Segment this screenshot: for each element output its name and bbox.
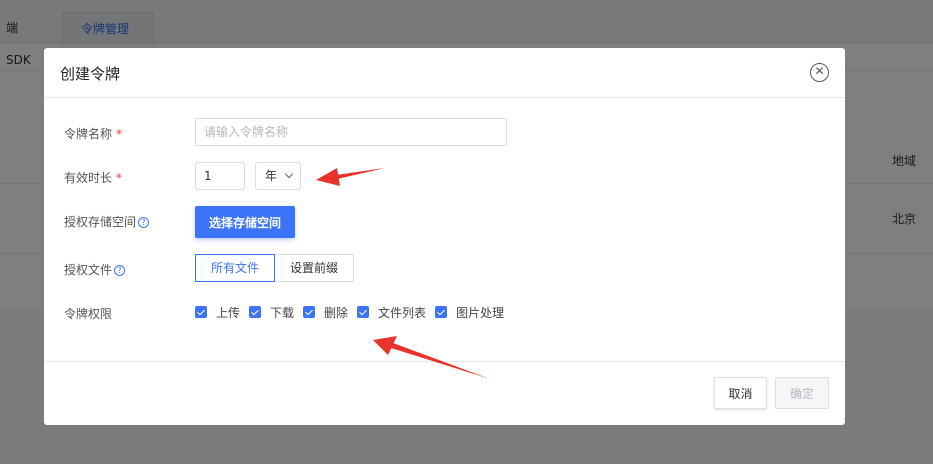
storage-row: 授权存储空间? 选择存储空间 [64,206,824,238]
duration-row: 有效时长* 年 [64,162,824,190]
files-segmented-control: 所有文件 设置前缀 [195,254,355,282]
create-token-dialog: 创建令牌 ✕ 令牌名称* 有效时长* 年 授权存储空间? 选择存储空间 授权文件… [44,48,845,425]
files-option-all[interactable]: 所有文件 [195,254,276,282]
permission-download-checkbox[interactable]: 下载 [249,304,294,321]
confirm-button[interactable]: 确定 [775,377,829,409]
permissions-row: 令牌权限 上传 下载 删除 文件列表 图片处理 [64,298,824,326]
close-icon[interactable]: ✕ [810,63,829,82]
cancel-button[interactable]: 取消 [714,377,767,409]
permissions-label: 令牌权限 [64,307,113,321]
permission-upload-checkbox[interactable]: 上传 [195,304,240,321]
permission-delete-checkbox[interactable]: 删除 [303,304,348,321]
checkbox-checked-icon [249,306,262,318]
files-row: 授权文件? 所有文件 设置前缀 [64,254,824,282]
required-mark: * [116,171,123,185]
dialog-header: 创建令牌 ✕ [44,48,845,98]
storage-label: 授权存储空间? [64,213,150,230]
checkbox-checked-icon [357,306,370,318]
token-name-input[interactable] [195,118,507,146]
permission-list-checkbox[interactable]: 文件列表 [357,304,426,321]
dialog-footer: 取消 确定 [44,361,845,425]
required-mark: * [116,127,123,141]
checkbox-checked-icon [303,306,316,318]
checkbox-checked-icon [195,306,207,318]
duration-input[interactable] [195,162,245,190]
token-name-label: 令牌名称 * [64,127,123,141]
select-storage-button[interactable]: 选择存储空间 [195,206,296,238]
duration-label: 有效时长 * [64,171,123,185]
permission-image-checkbox[interactable]: 图片处理 [435,304,504,321]
chevron-down-icon [284,169,294,179]
help-icon[interactable]: ? [138,217,150,228]
checkbox-checked-icon [435,306,448,318]
duration-unit-value: 年 [265,169,278,183]
files-option-prefix[interactable]: 设置前缀 [275,254,355,282]
permissions-checkbox-group: 上传 下载 删除 文件列表 图片处理 [195,298,513,326]
help-icon[interactable]: ? [114,265,126,276]
token-name-row: 令牌名称 * [64,118,824,146]
dialog-title: 创建令牌 [60,65,121,83]
files-label: 授权文件? [64,261,126,278]
duration-unit-select[interactable]: 年 [255,162,301,190]
